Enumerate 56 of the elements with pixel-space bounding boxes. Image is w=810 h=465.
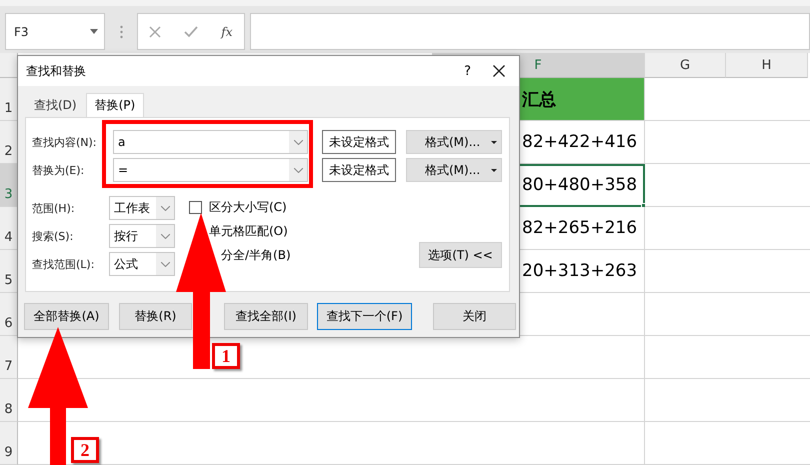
dialog-button[interactable]: 替换(R) (119, 303, 192, 330)
checkbox-label: 区分大小写(C) (209, 198, 287, 216)
row-header[interactable]: 3 (0, 164, 18, 207)
dropdown[interactable]: 工作表 (109, 196, 175, 220)
chevron-icon (160, 234, 170, 238)
format-button[interactable]: 格式(M)... (406, 130, 502, 154)
caret-icon (90, 29, 98, 34)
checkbox-label: 分全/半角(B) (221, 246, 291, 264)
close-icon[interactable] (493, 65, 505, 77)
column-header[interactable]: G (645, 53, 726, 78)
field-label: 替换为(E): (32, 162, 86, 178)
row-header[interactable]: 5 (0, 250, 18, 293)
checkbox[interactable] (189, 200, 202, 214)
dialog-button[interactable]: 全部替换(A) (24, 303, 109, 330)
dropdown[interactable]: 按行 (109, 224, 175, 248)
insert-function-button[interactable]: fx (221, 24, 233, 38)
dialog-button[interactable]: 关闭 (433, 303, 516, 330)
chevron-icon[interactable] (294, 140, 302, 144)
tab[interactable]: 替换(P) (86, 93, 144, 117)
row-header[interactable]: 8 (0, 379, 18, 422)
check-icon[interactable] (184, 26, 198, 38)
help-button[interactable]: ? (464, 64, 471, 78)
field-label: 查找内容(N): (32, 134, 98, 150)
row-header[interactable]: 4 (0, 207, 18, 250)
grip-icon (120, 25, 122, 39)
input-field[interactable]: a (113, 130, 308, 154)
row-header[interactable]: 9 (0, 422, 18, 465)
dropdown[interactable]: 公式 (109, 252, 175, 276)
format-button[interactable]: 格式(M)... (406, 158, 502, 182)
caret-icon (491, 140, 497, 144)
row-header[interactable]: 6 (0, 293, 18, 336)
select-all-corner[interactable] (0, 53, 18, 78)
dialog-button[interactable]: 查找全部(I) (224, 303, 308, 330)
step-number: 1 (212, 343, 240, 369)
options-button[interactable]: 选项(T) << (419, 242, 502, 268)
name-box[interactable]: F3 (5, 13, 105, 50)
format-preview: 未设定格式 (322, 158, 396, 182)
input-field[interactable]: = (113, 158, 308, 182)
option-label: 范围(H): (32, 200, 76, 216)
dialog-title: 查找和替换 (26, 62, 86, 80)
step-number: 2 (71, 437, 99, 463)
option-label: 查找范围(L): (32, 256, 96, 272)
dialog-button[interactable]: 查找下一个(F) (317, 303, 412, 330)
column-header[interactable]: H (726, 53, 808, 78)
chevron-icon (160, 206, 170, 210)
row-header[interactable]: 2 (0, 121, 18, 164)
caret-icon (491, 168, 497, 172)
chevron-icon[interactable] (294, 168, 302, 172)
option-label: 搜索(S): (32, 228, 74, 244)
chevron-icon (160, 262, 170, 266)
row-header[interactable]: 1 (0, 78, 18, 121)
arrow-icon (28, 327, 89, 465)
format-preview: 未设定格式 (322, 130, 396, 154)
formula-field[interactable] (250, 13, 810, 50)
checkbox-label: 单元格匹配(O) (209, 222, 288, 240)
row-header[interactable]: 7 (0, 336, 18, 379)
